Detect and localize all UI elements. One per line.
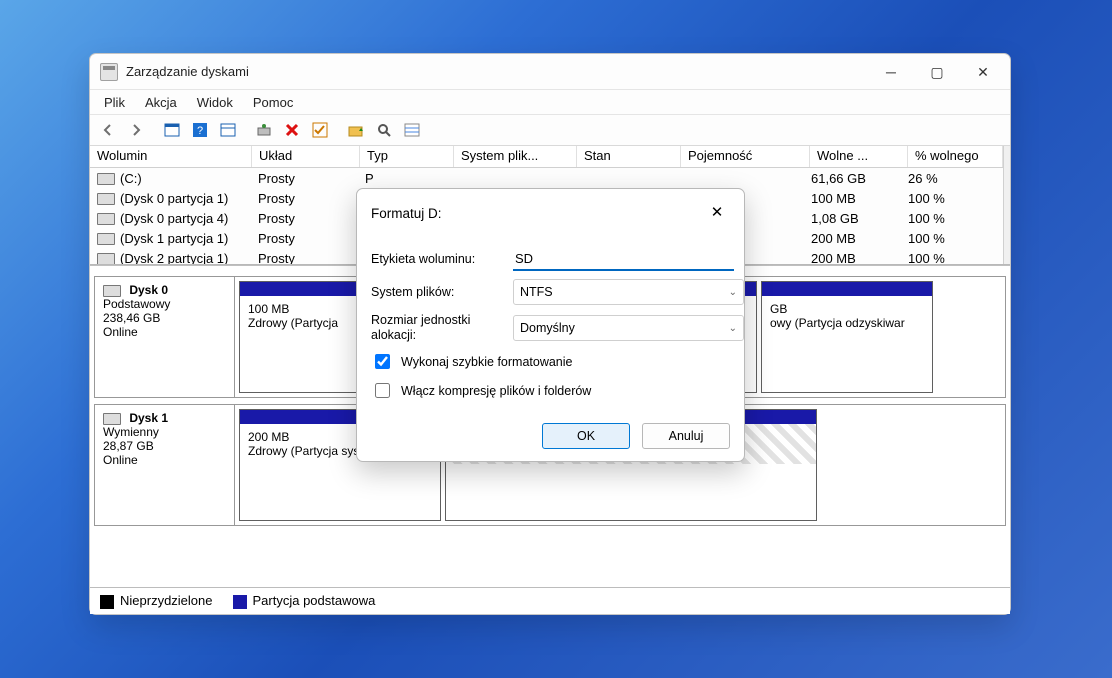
format-dialog: Formatuj D: ✕ Etykieta woluminu: System … bbox=[356, 188, 745, 462]
menu-view[interactable]: Widok bbox=[197, 95, 233, 110]
allocation-value: Domyślny bbox=[520, 321, 575, 335]
allocation-combo[interactable]: Domyślny ⌄ bbox=[513, 315, 744, 341]
forward-button[interactable] bbox=[124, 118, 148, 142]
quick-format-checkbox[interactable] bbox=[375, 354, 390, 369]
titlebar: Zarządzanie dyskami ─ ▢ ✕ bbox=[90, 54, 1010, 90]
legend-unallocated: Nieprzydzielone bbox=[120, 593, 213, 608]
help-icon[interactable]: ? bbox=[188, 118, 212, 142]
dialog-title: Formatuj D: bbox=[371, 206, 700, 221]
svg-text:?: ? bbox=[197, 125, 203, 137]
disk-info: Dysk 1Wymienny28,87 GBOnline bbox=[95, 405, 235, 525]
minimize-button[interactable]: ─ bbox=[868, 57, 914, 87]
swatch-unallocated bbox=[100, 595, 114, 609]
swatch-primary bbox=[233, 595, 247, 609]
ok-button[interactable]: OK bbox=[542, 423, 630, 449]
cancel-button[interactable]: Anuluj bbox=[642, 423, 730, 449]
filesystem-combo[interactable]: NTFS ⌄ bbox=[513, 279, 744, 305]
delete-icon[interactable] bbox=[280, 118, 304, 142]
list-header: Wolumin Układ Typ System plik... Stan Po… bbox=[90, 146, 1003, 168]
volume-icon bbox=[97, 213, 115, 225]
column-state[interactable]: Stan bbox=[577, 146, 681, 167]
window-title: Zarządzanie dyskami bbox=[126, 64, 868, 79]
back-button[interactable] bbox=[96, 118, 120, 142]
label-allocation: Rozmiar jednostki alokacji: bbox=[371, 313, 513, 343]
refresh-icon[interactable] bbox=[216, 118, 240, 142]
column-percent[interactable]: % wolnego bbox=[908, 146, 1003, 167]
volume-icon bbox=[97, 193, 115, 205]
chevron-down-icon: ⌄ bbox=[729, 323, 737, 334]
maximize-button[interactable]: ▢ bbox=[914, 57, 960, 87]
search-icon[interactable] bbox=[372, 118, 396, 142]
check-icon[interactable] bbox=[308, 118, 332, 142]
legend-primary: Partycja podstawowa bbox=[253, 593, 376, 608]
compression-checkbox[interactable] bbox=[375, 383, 390, 398]
legend: Nieprzydzielone Partycja podstawowa bbox=[90, 587, 1010, 614]
menu-file[interactable]: Plik bbox=[104, 95, 125, 110]
volume-label-input[interactable] bbox=[513, 247, 734, 271]
label-volume: Etykieta woluminu: bbox=[371, 252, 513, 266]
disk-icon bbox=[103, 285, 121, 297]
disk-icon bbox=[103, 413, 121, 425]
filesystem-value: NTFS bbox=[520, 285, 553, 299]
compression-label: Włącz kompresję plików i folderów bbox=[401, 384, 591, 398]
quick-format-label: Wykonaj szybkie formatowanie bbox=[401, 355, 572, 369]
label-filesystem: System plików: bbox=[371, 285, 513, 299]
menubar: Plik Akcja Widok Pomoc bbox=[90, 90, 1010, 115]
volume-icon bbox=[97, 253, 115, 265]
menu-help[interactable]: Pomoc bbox=[253, 95, 293, 110]
folder-up-icon[interactable] bbox=[344, 118, 368, 142]
partition-stripe bbox=[762, 282, 932, 296]
volume-row[interactable]: (C:)ProstyP61,66 GB26 % bbox=[90, 168, 1003, 188]
toolbar: ? bbox=[90, 115, 1010, 146]
partition[interactable]: GBowy (Partycja odzyskiwar bbox=[761, 281, 933, 393]
column-volume[interactable]: Wolumin bbox=[90, 146, 252, 167]
menu-action[interactable]: Akcja bbox=[145, 95, 177, 110]
volume-icon bbox=[97, 233, 115, 245]
list-icon[interactable] bbox=[400, 118, 424, 142]
volume-icon bbox=[97, 173, 115, 185]
disk-info: Dysk 0Podstawowy238,46 GBOnline bbox=[95, 277, 235, 397]
column-layout[interactable]: Układ bbox=[252, 146, 360, 167]
properties-icon[interactable] bbox=[160, 118, 184, 142]
column-type[interactable]: Typ bbox=[360, 146, 454, 167]
app-icon bbox=[100, 63, 118, 81]
dialog-close-button[interactable]: ✕ bbox=[700, 199, 734, 227]
column-free[interactable]: Wolne ... bbox=[810, 146, 908, 167]
action-icon[interactable] bbox=[252, 118, 276, 142]
column-capacity[interactable]: Pojemność bbox=[681, 146, 810, 167]
chevron-down-icon: ⌄ bbox=[729, 287, 737, 298]
close-button[interactable]: ✕ bbox=[960, 57, 1006, 87]
column-filesystem[interactable]: System plik... bbox=[454, 146, 577, 167]
vertical-scrollbar[interactable] bbox=[1003, 146, 1010, 265]
